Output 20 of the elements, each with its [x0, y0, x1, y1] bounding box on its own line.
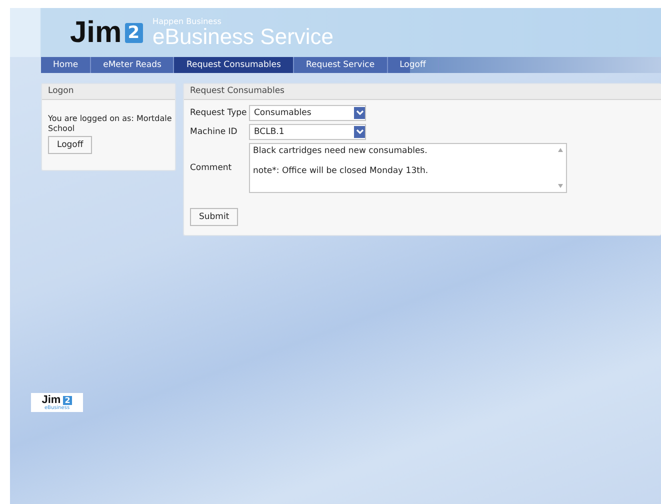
tagline: Happen Business	[152, 18, 222, 26]
site-title: eBusiness Service	[152, 26, 334, 48]
nav-tab[interactable]: Request Consumables	[174, 57, 294, 73]
scroll-up-icon[interactable]	[558, 148, 563, 152]
field-label: Machine ID	[190, 127, 238, 137]
dropdown-field[interactable]: BCLB.1	[249, 124, 366, 140]
logon-message: You are logged on as: Mortdale School	[48, 114, 173, 134]
comment-field[interactable]: Black cartridges need new consumables. note*: Office will be closed Monday 13th.	[249, 143, 567, 193]
nav-tab[interactable]: Home	[41, 57, 92, 73]
submit-button[interactable]: Submit	[190, 208, 238, 226]
logoff-button[interactable]: Logoff	[48, 136, 92, 154]
field-label: Request Type	[190, 108, 245, 118]
dropdown-field[interactable]: Consumables	[249, 105, 366, 121]
panel-title: Request Consumables	[184, 84, 661, 100]
panel-title: Logon	[42, 84, 175, 100]
logo-text: Jim	[70, 16, 122, 50]
nav-tab[interactable]: Request Service	[294, 57, 388, 73]
scroll-down-icon[interactable]	[558, 184, 563, 188]
field-label: Comment	[190, 163, 233, 173]
logo-badge: 2	[124, 22, 143, 42]
